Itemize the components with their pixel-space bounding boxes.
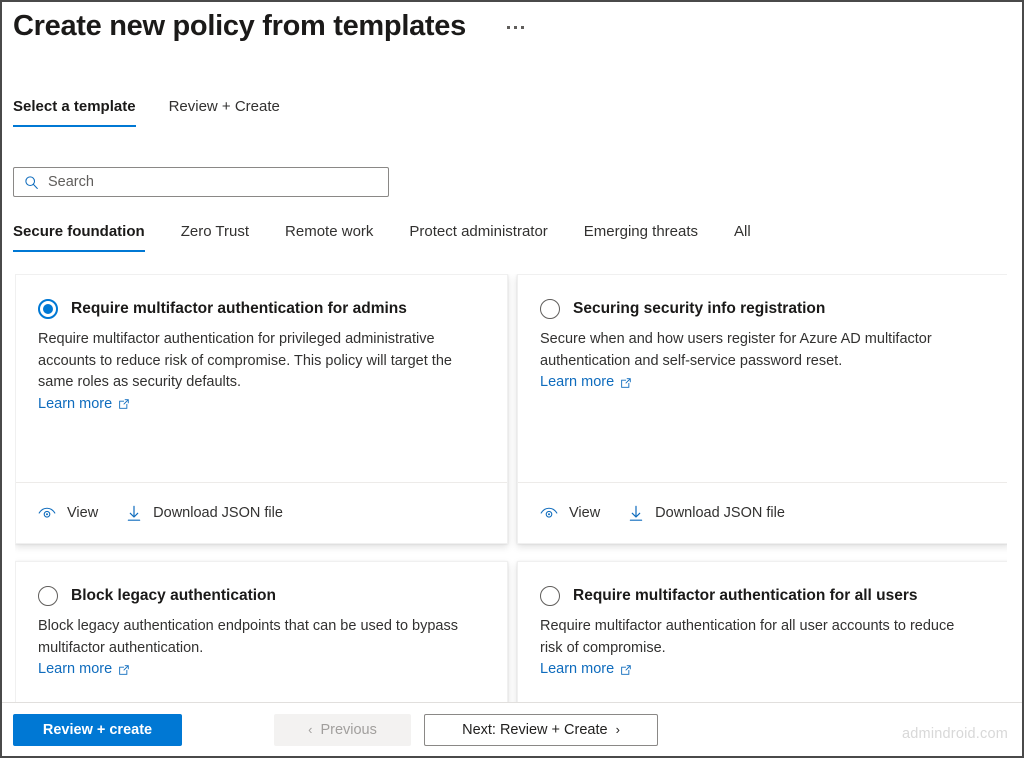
template-card-footer: View Download JSON file <box>518 482 1007 543</box>
template-description-text: Block legacy authentication endpoints th… <box>38 618 458 656</box>
tab-secure-foundation[interactable]: Secure foundation <box>13 223 145 252</box>
download-json-button[interactable]: Download JSON file <box>126 505 283 522</box>
template-card-title: Require multifactor authentication for a… <box>71 300 407 319</box>
template-card[interactable]: Require multifactor authentication for a… <box>15 274 508 544</box>
template-card[interactable]: Securing security info registration Secu… <box>517 274 1007 544</box>
eye-icon <box>38 506 56 520</box>
template-card-header: Securing security info registration <box>540 299 987 319</box>
wizard-step-label: Review + Create <box>169 98 280 115</box>
wizard-step-select-a-template[interactable]: Select a template <box>13 98 136 127</box>
learn-more-label: Learn more <box>540 372 614 394</box>
template-radio-button[interactable] <box>38 586 58 606</box>
learn-more-link[interactable]: Learn more <box>540 372 632 394</box>
tab-remote-work[interactable]: Remote work <box>285 223 373 252</box>
ellipsis-dot <box>514 26 517 29</box>
template-radio-button[interactable] <box>540 586 560 606</box>
template-card-grid: Require multifactor authentication for a… <box>15 274 1007 702</box>
previous-button[interactable]: ‹ Previous <box>274 714 411 746</box>
tab-label: Remote work <box>285 223 373 240</box>
view-button[interactable]: View <box>540 505 600 521</box>
category-tabs: Secure foundation Zero Trust Remote work… <box>13 223 751 252</box>
external-link-icon <box>118 664 130 676</box>
next-review-create-button[interactable]: Next: Review + Create › <box>424 714 658 746</box>
external-link-icon <box>620 664 632 676</box>
tab-label: Protect administrator <box>409 223 547 240</box>
tab-label: Emerging threats <box>584 223 698 240</box>
template-card-title: Block legacy authentication <box>71 587 276 606</box>
template-card-header: Require multifactor authentication for a… <box>38 299 485 319</box>
template-card-description: Block legacy authentication endpoints th… <box>38 616 478 681</box>
ellipsis-dot <box>521 26 524 29</box>
template-card-description: Secure when and how users register for A… <box>540 329 980 394</box>
search-box[interactable] <box>13 167 389 197</box>
page-title: Create new policy from templates <box>13 10 466 43</box>
search-icon <box>14 175 48 190</box>
wizard-steps: Select a template Review + Create <box>13 98 280 127</box>
template-card-footer: View Download JSON file <box>16 482 507 543</box>
external-link-icon <box>620 377 632 389</box>
template-card-description: Require multifactor authentication for p… <box>38 329 478 415</box>
view-label: View <box>67 505 98 521</box>
template-card-header: Block legacy authentication <box>38 586 485 606</box>
template-description-text: Require multifactor authentication for a… <box>540 618 954 656</box>
download-label: Download JSON file <box>153 505 283 521</box>
template-radio-button[interactable] <box>38 299 58 319</box>
template-card-header: Require multifactor authentication for a… <box>540 586 987 606</box>
download-label: Download JSON file <box>655 505 785 521</box>
wizard-step-review-create[interactable]: Review + Create <box>169 98 280 127</box>
template-card-description: Require multifactor authentication for a… <box>540 616 980 681</box>
learn-more-link[interactable]: Learn more <box>38 659 130 681</box>
learn-more-link[interactable]: Learn more <box>540 659 632 681</box>
template-card[interactable]: Block legacy authentication Block legacy… <box>15 561 508 702</box>
chevron-right-icon: › <box>616 723 620 736</box>
ellipsis-dot <box>507 26 510 29</box>
template-radio-button[interactable] <box>540 299 560 319</box>
learn-more-label: Learn more <box>540 659 614 681</box>
search-input[interactable] <box>48 168 388 196</box>
template-description-text: Require multifactor authentication for p… <box>38 331 452 390</box>
learn-more-label: Learn more <box>38 659 112 681</box>
previous-label: Previous <box>320 722 376 738</box>
template-card-title: Require multifactor authentication for a… <box>573 587 918 606</box>
template-card[interactable]: Require multifactor authentication for a… <box>517 561 1007 702</box>
chevron-left-icon: ‹ <box>308 723 312 736</box>
tab-label: Secure foundation <box>13 223 145 240</box>
bottom-action-bar: Review + create ‹ Previous Next: Review … <box>2 702 1022 756</box>
learn-more-label: Learn more <box>38 394 112 416</box>
azure-portal-blade: Create new policy from templates Select … <box>0 0 1024 758</box>
eye-icon <box>540 506 558 520</box>
tab-emerging-threats[interactable]: Emerging threats <box>584 223 698 252</box>
download-icon <box>126 505 142 522</box>
download-json-button[interactable]: Download JSON file <box>628 505 785 522</box>
view-label: View <box>569 505 600 521</box>
more-options-icon[interactable] <box>502 16 528 38</box>
learn-more-link[interactable]: Learn more <box>38 394 130 416</box>
watermark: admindroid.com <box>902 726 1008 742</box>
tab-label: All <box>734 223 751 240</box>
next-label: Next: Review + Create <box>462 722 607 738</box>
template-description-text: Secure when and how users register for A… <box>540 331 932 369</box>
template-card-title: Securing security info registration <box>573 300 825 319</box>
tab-protect-administrator[interactable]: Protect administrator <box>409 223 547 252</box>
tab-all[interactable]: All <box>734 223 751 252</box>
tab-zero-trust[interactable]: Zero Trust <box>181 223 249 252</box>
external-link-icon <box>118 398 130 410</box>
review-create-label: Review + create <box>43 722 152 738</box>
wizard-step-label: Select a template <box>13 98 136 115</box>
tab-label: Zero Trust <box>181 223 249 240</box>
download-icon <box>628 505 644 522</box>
view-button[interactable]: View <box>38 505 98 521</box>
review-create-button[interactable]: Review + create <box>13 714 182 746</box>
